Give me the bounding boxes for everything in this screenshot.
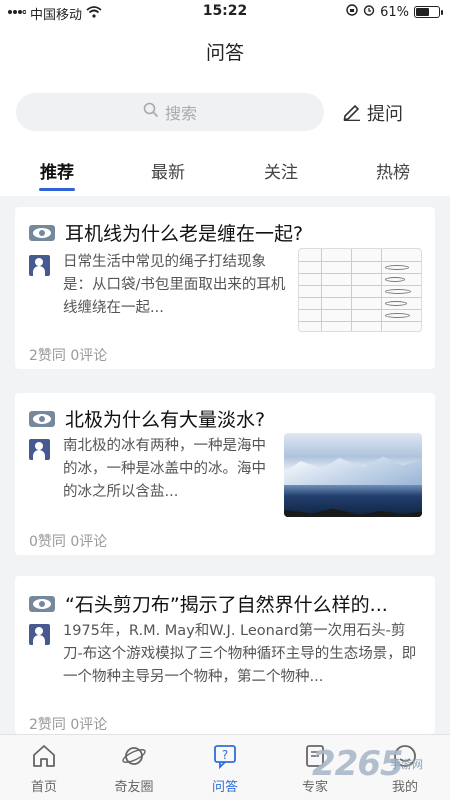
knot-table-thumbnail	[298, 248, 422, 332]
question-stats: 2赞同 0评论	[29, 348, 108, 364]
eye-icon	[29, 410, 55, 427]
nav-community[interactable]: 奇友圈	[99, 735, 169, 800]
tab-following[interactable]: 关注	[264, 158, 298, 183]
status-bar: 中国移动 15:22 61%	[0, 0, 450, 26]
header: 问答 搜索 提问 推荐 最新 关注 热榜	[0, 26, 450, 196]
site-watermark: 2265 手游网	[312, 742, 448, 792]
page-title: 问答	[205, 42, 244, 64]
eye-icon	[29, 595, 55, 612]
avatar	[29, 439, 50, 460]
watermark-text: 手游网	[390, 758, 423, 771]
question-title: 北极为什么有大量淡水?	[65, 409, 266, 431]
search-input[interactable]: 搜索	[16, 93, 324, 131]
nav-home-label: 首页	[30, 780, 57, 795]
question-title: “石头剪刀布”揭示了自然界什么样的...	[65, 594, 388, 616]
nav-qa[interactable]: ? 问答	[190, 735, 260, 800]
rotation-lock-icon	[346, 4, 358, 20]
eye-icon	[29, 224, 55, 241]
pencil-icon	[342, 101, 362, 126]
ask-question-button[interactable]: 提问	[342, 100, 403, 126]
question-title-row: 北极为什么有大量淡水?	[29, 405, 421, 432]
tab-latest[interactable]: 最新	[151, 158, 185, 183]
qa-icon: ?	[212, 743, 238, 773]
svg-text:?: ?	[222, 748, 228, 762]
question-card[interactable]: 北极为什么有大量淡水? 南北极的冰有两种，一种是海中的冰，一种是冰盖中的冰。海中…	[15, 393, 435, 555]
avatar	[29, 255, 50, 276]
active-tab-indicator	[39, 188, 75, 191]
question-title-row: 耳机线为什么老是缠在一起?	[29, 219, 421, 246]
battery-level	[416, 8, 430, 16]
ask-label: 提问	[367, 104, 403, 125]
question-excerpt: 南北极的冰有两种，一种是海中的冰，一种是冰盖中的冰。海中的冰之所以含盐...	[63, 438, 266, 500]
tab-hot-list[interactable]: 热榜	[376, 158, 410, 183]
search-icon	[143, 102, 159, 122]
question-card[interactable]: “石头剪刀布”揭示了自然界什么样的... 1975年，R.M. May和W.J.…	[15, 576, 435, 734]
question-card[interactable]: 耳机线为什么老是缠在一起? 日常生活中常见的绳子打结现象是：从口袋/书包里面取出…	[15, 207, 435, 369]
battery-icon	[414, 6, 443, 18]
question-excerpt: 日常生活中常见的绳子打结现象是：从口袋/书包里面取出来的耳机线缠绕在一起...	[63, 254, 286, 316]
nav-community-label: 奇友圈	[114, 780, 154, 795]
nav-qa-label: 问答	[211, 780, 238, 795]
question-stats: 2赞同 0评论	[29, 717, 108, 733]
alarm-icon	[363, 4, 375, 20]
tab-bar: 推荐 最新 关注 热榜	[0, 158, 450, 194]
planet-icon	[121, 743, 147, 773]
search-placeholder: 搜索	[164, 104, 197, 123]
question-excerpt: 1975年，R.M. May和W.J. Leonard第一次用石头-剪刀-布这个…	[63, 623, 417, 685]
nav-home[interactable]: 首页	[9, 735, 79, 800]
home-icon	[31, 743, 57, 773]
battery-percent: 61%	[380, 4, 409, 20]
avatar	[29, 624, 50, 645]
question-title-row: “石头剪刀布”揭示了自然界什么样的...	[29, 590, 421, 617]
tab-recommended[interactable]: 推荐	[40, 158, 74, 183]
question-stats: 0赞同 0评论	[29, 534, 108, 550]
arctic-ice-thumbnail	[284, 433, 422, 517]
question-title: 耳机线为什么老是缠在一起?	[65, 223, 304, 245]
